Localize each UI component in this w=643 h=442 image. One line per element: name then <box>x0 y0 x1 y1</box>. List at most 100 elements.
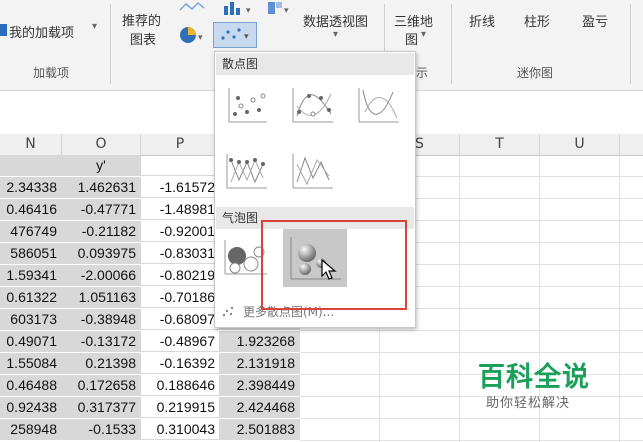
addins-icon <box>0 24 7 36</box>
column-header-t[interactable]: T <box>460 134 540 155</box>
cell-n[interactable]: 476749 <box>0 221 62 242</box>
table-row: 258948 -0.1533 0.310043 2.501883 <box>0 419 300 441</box>
watermark-title: 百科全说 <box>478 362 590 393</box>
scatter-icon <box>228 88 267 123</box>
scatter-straight-lines-icon <box>292 154 333 189</box>
cell-p-header[interactable] <box>141 155 220 176</box>
column-header-p[interactable]: P <box>141 134 220 155</box>
cell-n[interactable]: 0.46488 <box>0 375 62 396</box>
cell-o-header[interactable]: y' <box>62 155 141 176</box>
sparkline-winloss-button[interactable]: 盈亏 <box>582 11 608 30</box>
cell-p[interactable]: -0.48967 <box>141 331 220 352</box>
sparklines-group-label: 迷你图 <box>517 66 554 80</box>
my-addins-label: 我的加载项 <box>9 26 75 41</box>
separator <box>451 4 452 84</box>
scatter-smooth-lines-icon <box>358 88 399 123</box>
cell-o[interactable]: -0.38948 <box>62 309 141 330</box>
sparkline-column-button[interactable]: 柱形 <box>524 11 550 30</box>
cell-o[interactable]: -2.00066 <box>62 265 141 286</box>
table-row: 0.46488 0.172658 0.188646 2.398449 <box>0 375 300 397</box>
cell-q[interactable]: 1.923268 <box>220 331 300 352</box>
cell-o[interactable]: 0.317377 <box>62 397 141 418</box>
cell-p[interactable]: -0.70186 <box>141 287 220 308</box>
cell-o[interactable]: 0.172658 <box>62 375 141 396</box>
table-row: 0.92438 0.317377 0.219915 2.424468 <box>0 397 300 419</box>
pivot-chart-label: 数据透视图 <box>303 15 369 30</box>
svg-text:▾: ▾ <box>246 6 251 16</box>
addins-group-label: 加载项 <box>33 66 70 80</box>
watermark-subtitle: 助你轻松解决 <box>486 396 571 411</box>
scatter-small-icon <box>222 306 234 317</box>
cell-n[interactable]: 1.55084 <box>0 353 62 374</box>
cell-p[interactable]: -1.61572 <box>141 177 220 198</box>
tours-group-label: 示 <box>416 66 429 80</box>
cell-n[interactable]: 2.34338 <box>0 177 62 198</box>
chevron-down-icon: ▾ <box>92 21 98 32</box>
cell-o[interactable]: -0.13172 <box>62 331 141 352</box>
cell-p[interactable]: -1.48981 <box>141 199 220 220</box>
cell-o[interactable]: 1.462631 <box>62 177 141 198</box>
cell-p[interactable]: -0.68097 <box>141 309 220 330</box>
column-header-n[interactable]: N <box>0 134 62 155</box>
scatter-straight-markers-icon <box>226 154 267 189</box>
cell-p[interactable]: 0.188646 <box>141 375 220 396</box>
svg-text:▾: ▾ <box>198 33 203 43</box>
gridline <box>300 330 643 331</box>
scatter-smooth-lines-option[interactable] <box>353 82 403 128</box>
scatter-chart-option[interactable] <box>221 82 271 128</box>
line-chart-icon[interactable] <box>178 0 208 14</box>
scatter-chart-dropdown-button[interactable]: ▾ <box>213 22 257 48</box>
svg-text:▾: ▾ <box>244 32 249 42</box>
cell-q[interactable]: 2.398449 <box>220 375 300 396</box>
pie-chart-icon[interactable]: ▾ <box>178 24 208 46</box>
column-chart-icon[interactable]: ▾ <box>222 0 258 16</box>
cell-o[interactable]: -0.47771 <box>62 199 141 220</box>
cell-q[interactable]: 2.501883 <box>220 419 300 440</box>
cell-o[interactable]: 1.051163 <box>62 287 141 308</box>
cell-n[interactable]: 0.61322 <box>0 287 62 308</box>
cell-p[interactable]: 0.310043 <box>141 419 220 440</box>
cell-o[interactable]: -0.1533 <box>62 419 141 440</box>
cell-p[interactable]: -0.83031 <box>141 243 220 264</box>
cell-n[interactable]: 586051 <box>0 243 62 264</box>
chevron-down-icon: ▾ <box>421 29 427 40</box>
cell-o[interactable]: 0.21398 <box>62 353 141 374</box>
cell-n[interactable]: 0.46416 <box>0 199 62 220</box>
cell-n[interactable]: 1.59341 <box>0 265 62 286</box>
scatter-smooth-markers-option[interactable] <box>287 82 337 128</box>
gridline <box>300 374 643 375</box>
cell-n[interactable]: 0.92438 <box>0 397 62 418</box>
cell-q[interactable]: 2.424468 <box>220 397 300 418</box>
recommended-charts-label-1: 推荐的 <box>122 14 162 29</box>
my-addins-button[interactable]: 我的加载项 ▾ <box>0 20 108 42</box>
cell-o[interactable]: -0.21182 <box>62 221 141 242</box>
highlight-box <box>261 220 407 310</box>
cell-o[interactable]: 0.093975 <box>62 243 141 264</box>
cell-p[interactable]: -0.16392 <box>141 353 220 374</box>
cell-n[interactable]: 0.49071 <box>0 331 62 352</box>
scatter-straight-lines-option[interactable] <box>287 148 337 194</box>
column-header-o[interactable]: O <box>62 134 141 155</box>
hierarchy-chart-icon[interactable]: ▾ <box>266 0 292 16</box>
cell-p[interactable]: -0.92001 <box>141 221 220 242</box>
cell-p[interactable]: -0.80219 <box>141 265 220 286</box>
3d-map-button[interactable]: 三维地 图 ▾ <box>388 0 446 48</box>
cell-n-header[interactable] <box>0 155 62 176</box>
table-row: 0.49071 -0.13172 -0.48967 1.923268 <box>0 331 300 353</box>
recommended-charts-button[interactable]: 推荐的 图表 <box>116 0 168 48</box>
gridline <box>300 396 643 397</box>
separator <box>110 4 111 84</box>
sparkline-line-button[interactable]: 折线 <box>469 11 495 30</box>
cell-n[interactable]: 258948 <box>0 419 62 440</box>
scatter-section-header: 散点图 <box>216 53 414 75</box>
cell-q[interactable]: 2.131918 <box>220 353 300 374</box>
pivot-chart-button[interactable]: 数据透视图 ▾ <box>297 0 377 48</box>
cell-p[interactable]: 0.219915 <box>141 397 220 418</box>
scatter-straight-markers-option[interactable] <box>221 148 271 194</box>
svg-text:▾: ▾ <box>284 6 289 16</box>
gridline <box>300 440 643 441</box>
column-header-u[interactable]: U <box>540 134 620 155</box>
3d-map-label-2: 图 <box>405 33 419 48</box>
chevron-down-icon: ▾ <box>333 29 339 40</box>
cell-n[interactable]: 603173 <box>0 309 62 330</box>
